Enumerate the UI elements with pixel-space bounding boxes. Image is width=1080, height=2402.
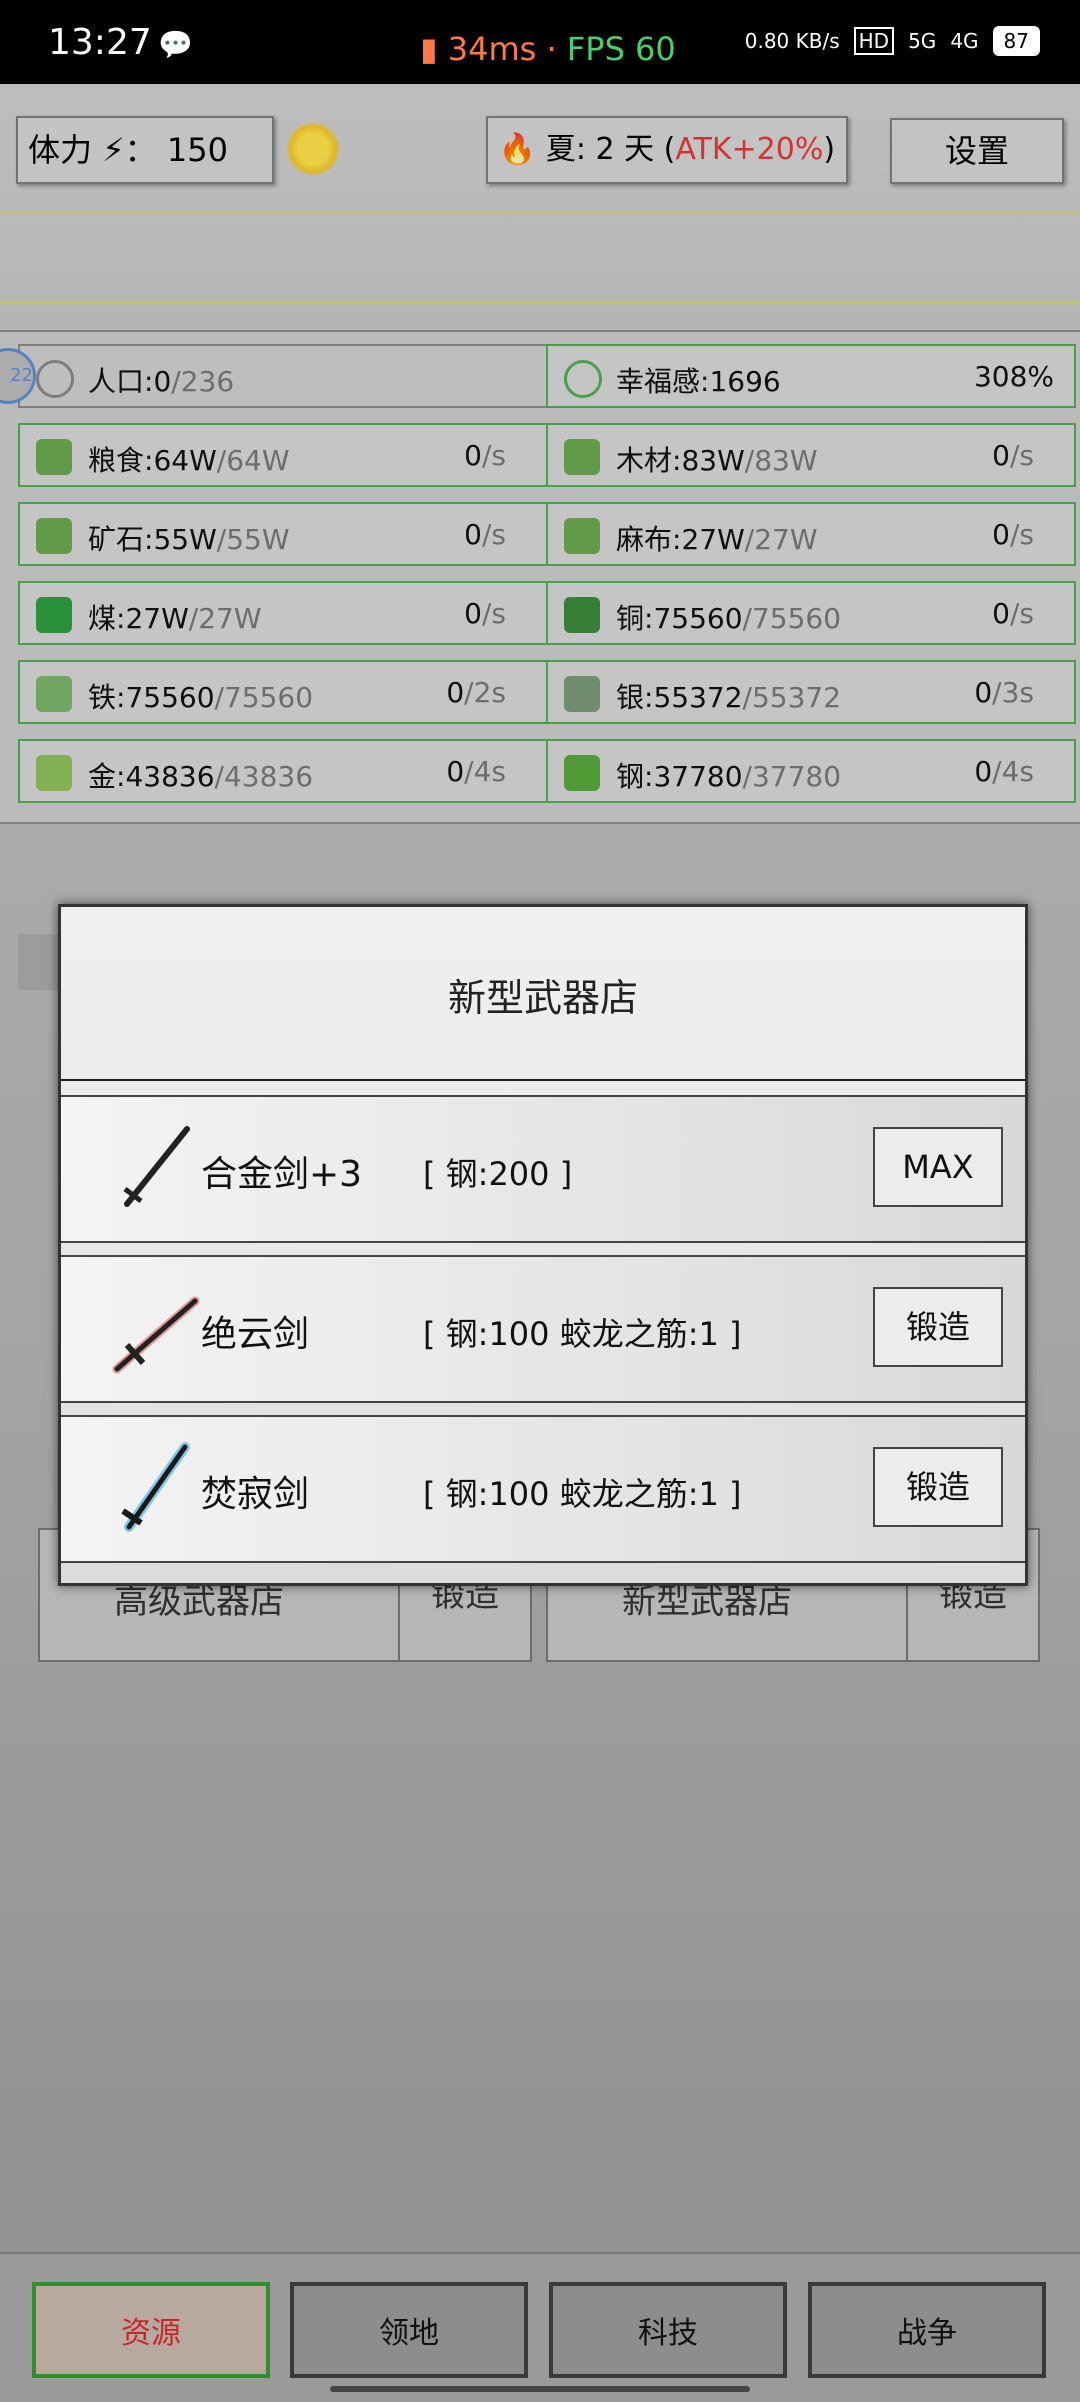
weapon-name: 绝云剑 (201, 1314, 310, 1355)
dialog-title: 新型武器店 (447, 976, 638, 1020)
clock: 13:27 (48, 22, 152, 63)
weapon-name: 焚寂剑 (201, 1474, 310, 1515)
nav-tab-territory[interactable]: 领地 (290, 2282, 528, 2378)
weapon-item: 焚寂剑 [ 钢:100 蛟龙之筋:1 ] 锻造 (61, 1415, 1025, 1563)
nav-tab-war[interactable]: 战争 (808, 2282, 1046, 2378)
separator: · (546, 30, 557, 68)
weapon-shop-dialog: 新型武器店 合金剑+3 [ 钢:200 ] MAX 绝云剑 [ 钢:100 蛟龙… (58, 904, 1028, 1586)
net-speed: 0.80 KB/s (744, 29, 840, 53)
fps-value: FPS 60 (566, 30, 676, 68)
ping-value: 34ms (447, 30, 537, 68)
bottom-nav: 资源 领地 科技 战争 (0, 2252, 1080, 2402)
weapon-cost: [ 钢:100 蛟龙之筋:1 ] (423, 1315, 742, 1353)
weapon-name: 合金剑+3 (201, 1154, 363, 1195)
max-button[interactable]: MAX (873, 1127, 1003, 1207)
red-sword-icon (112, 1296, 200, 1374)
blue-sword-icon (121, 1442, 190, 1532)
perf-indicator: ▮ 34ms · FPS 60 (420, 30, 676, 68)
nav-tab-tech[interactable]: 科技 (549, 2282, 787, 2378)
battery-icon: 87 (992, 26, 1040, 56)
weapon-item: 绝云剑 [ 钢:100 蛟龙之筋:1 ] 锻造 (61, 1255, 1025, 1403)
status-bar: 13:27 💬 ▮ 34ms · FPS 60 0.80 KB/s HD 5G … (0, 0, 1080, 84)
sword-icon (123, 1126, 190, 1207)
signal-bars-icon: ▮ (420, 30, 438, 68)
5g-signal-icon: 5G (908, 29, 937, 53)
nav-tab-resources[interactable]: 资源 (32, 2282, 270, 2378)
wechat-icon: 💬 (158, 28, 193, 61)
divider (61, 1079, 1025, 1081)
weapon-cost: [ 钢:200 ] (423, 1155, 573, 1193)
forge-button[interactable]: 锻造 (873, 1447, 1003, 1527)
forge-button[interactable]: 锻造 (873, 1287, 1003, 1367)
home-indicator[interactable] (330, 2386, 750, 2392)
hd-icon: HD (853, 27, 895, 55)
weapon-item: 合金剑+3 [ 钢:200 ] MAX (61, 1095, 1025, 1243)
status-icons: 0.80 KB/s HD 5G 4G 87 (745, 26, 1040, 56)
4g-signal-icon: 4G (950, 29, 979, 53)
weapon-cost: [ 钢:100 蛟龙之筋:1 ] (423, 1475, 742, 1513)
